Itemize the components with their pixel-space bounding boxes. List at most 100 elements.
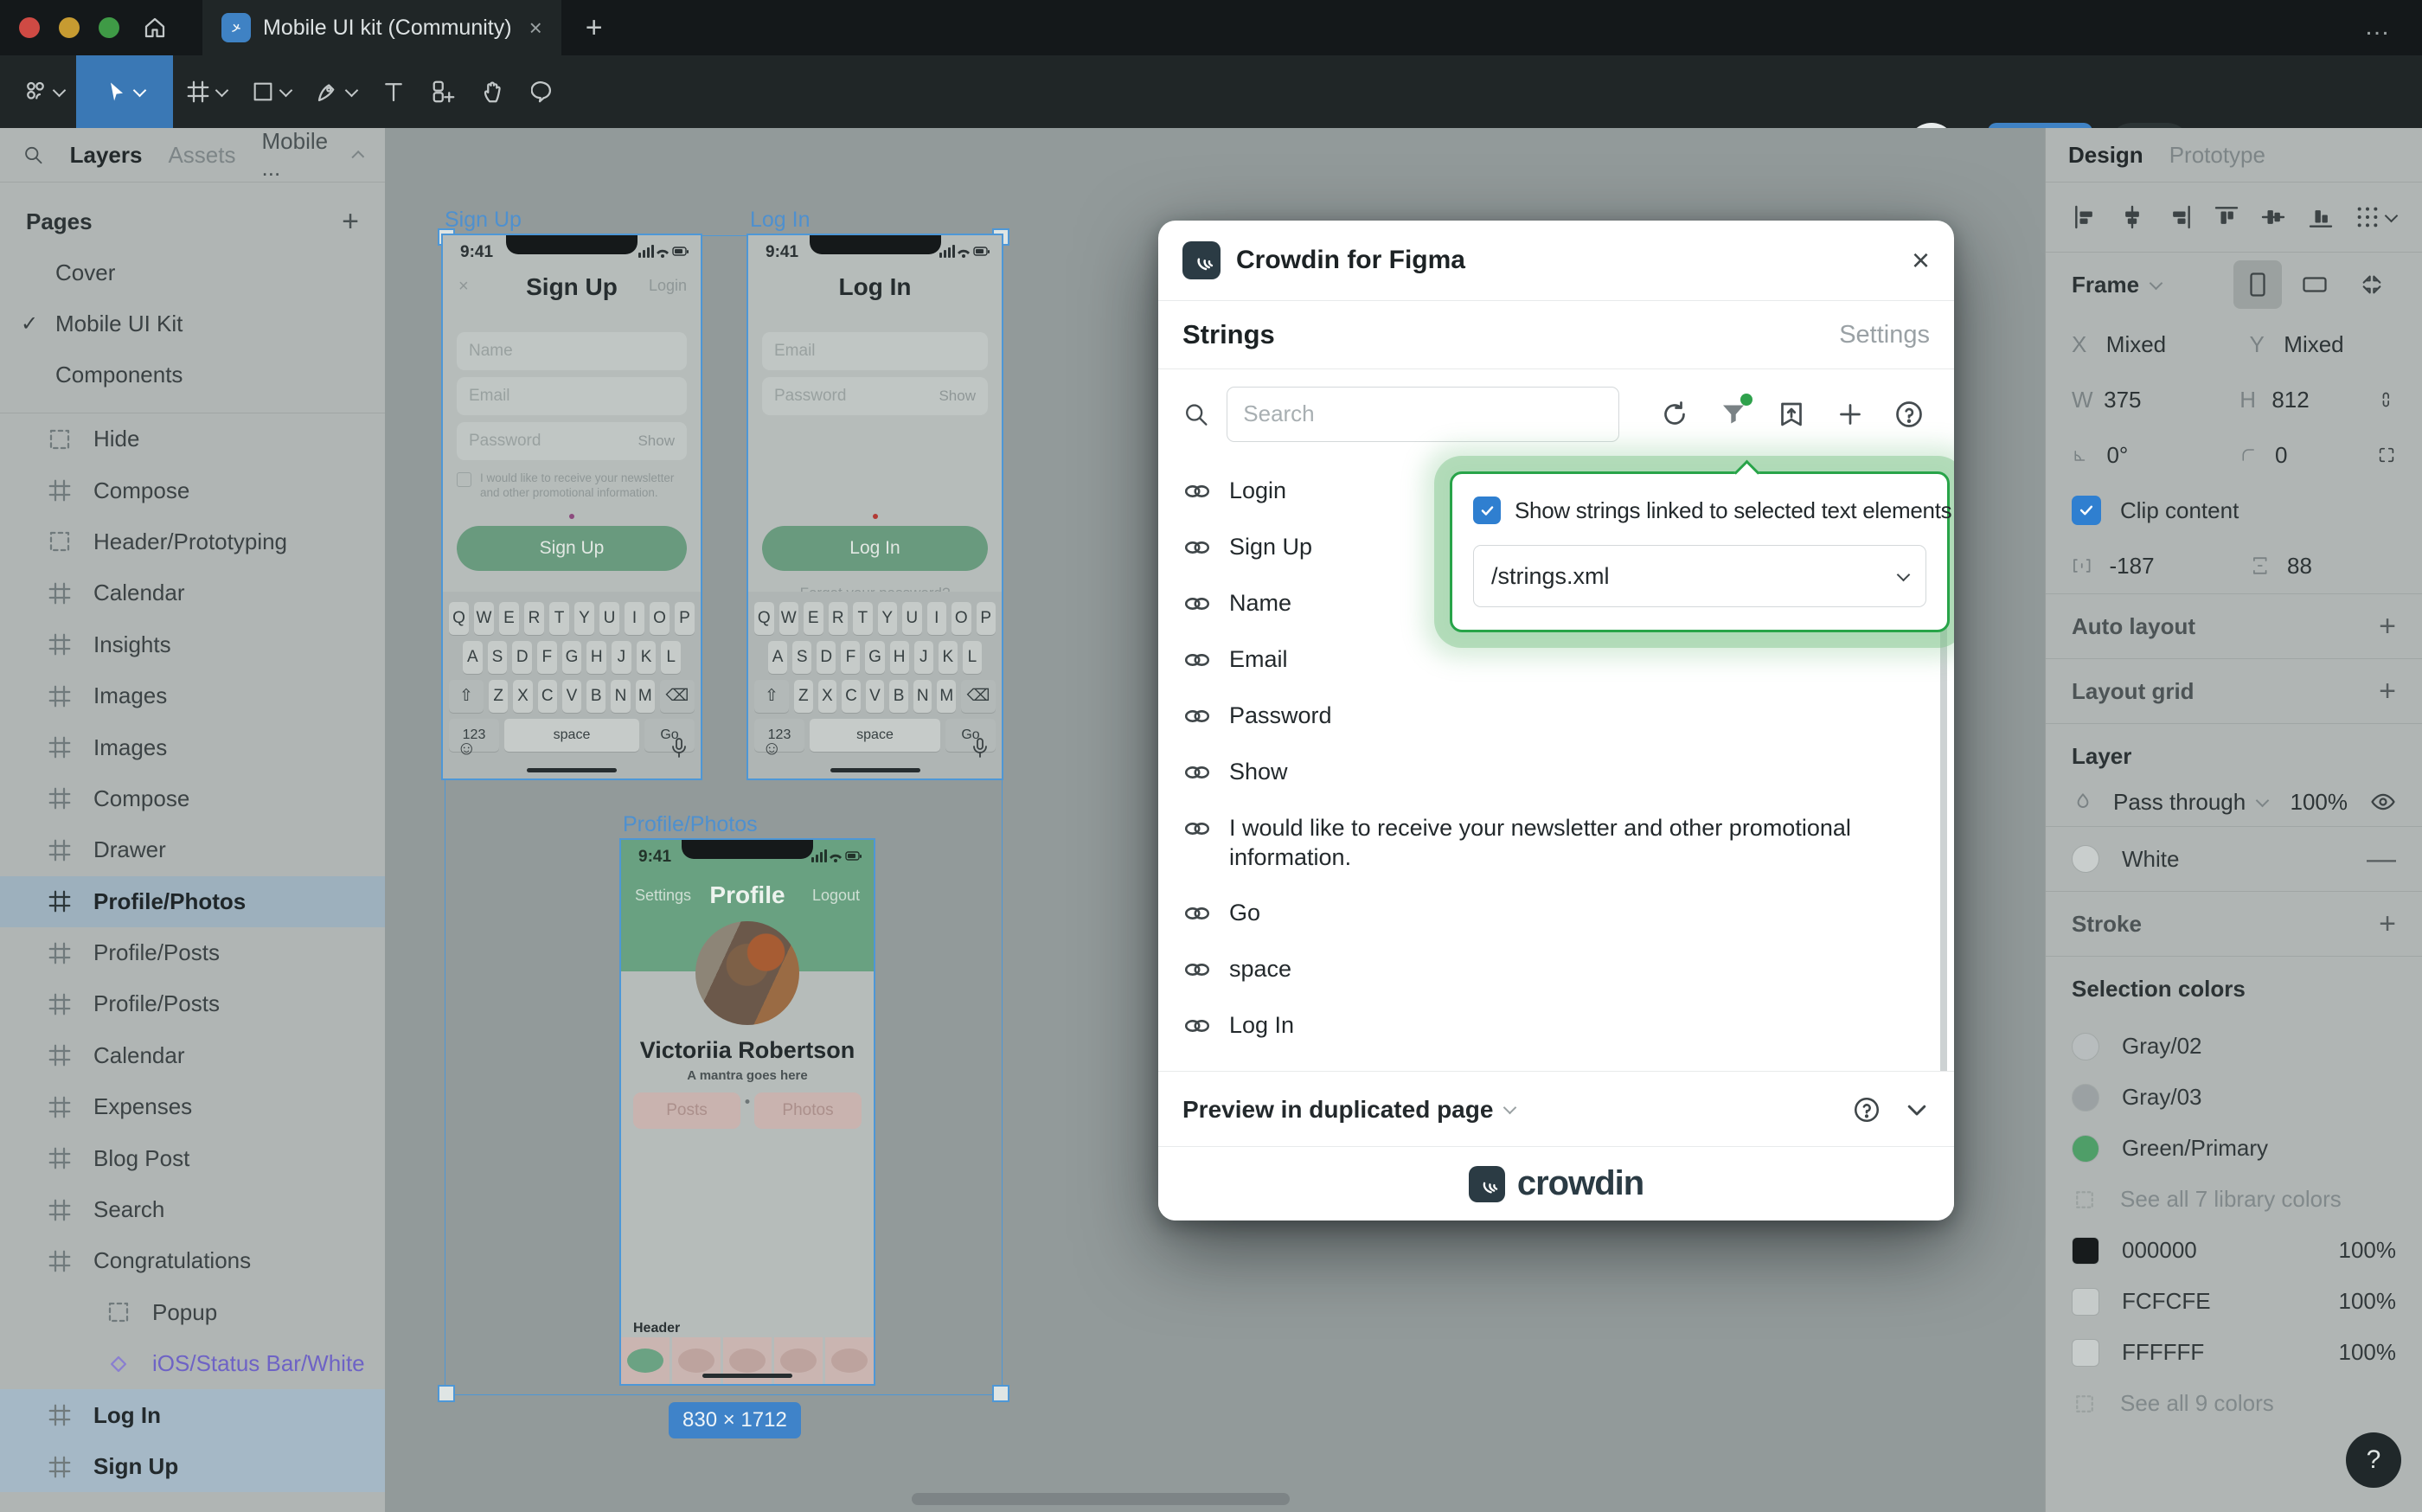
hand-tool-button[interactable] (469, 55, 519, 128)
tab-strings[interactable]: Strings (1182, 319, 1275, 350)
backspace-key[interactable]: ⌫ (660, 680, 695, 713)
shift-key[interactable]: ⇧ (449, 680, 484, 713)
password-field[interactable]: PasswordShow (457, 422, 687, 460)
layer-row-expenses[interactable]: Expenses (0, 1081, 385, 1132)
add-string-icon[interactable] (1829, 392, 1871, 437)
key-U[interactable]: U (599, 602, 619, 635)
selection-color-ffffff[interactable]: FFFFFF100% (2046, 1327, 2422, 1378)
page-item-cover[interactable]: Cover (0, 247, 385, 298)
color-swatch[interactable] (2072, 1135, 2099, 1163)
page-item-mobile-ui-kit[interactable]: ✓Mobile UI Kit (0, 298, 385, 349)
upload-strings-icon[interactable] (1772, 392, 1813, 437)
add-stroke-button[interactable]: + (2379, 907, 2396, 941)
file-tab[interactable]: Mobile UI kit (Community) × (202, 0, 561, 55)
selection-color-see-all-7-library-colors[interactable]: See all 7 library colors (2046, 1174, 2422, 1225)
key-Y[interactable]: Y (574, 602, 594, 635)
key-L[interactable]: L (661, 641, 681, 674)
shape-tool-button[interactable] (239, 55, 303, 128)
key-B[interactable]: B (586, 680, 606, 713)
key-A[interactable]: A (768, 641, 787, 674)
selection-handle[interactable] (992, 1385, 1009, 1402)
layer-row-blog-post[interactable]: Blog Post (0, 1132, 385, 1183)
string-row[interactable]: Email (1182, 631, 1954, 688)
rotation-value[interactable]: 0° (2106, 442, 2208, 469)
show-password-link[interactable]: Show (638, 422, 675, 460)
key-A[interactable]: A (463, 641, 483, 674)
key-X[interactable]: X (513, 680, 532, 713)
emoji-key[interactable]: ☺ (457, 737, 476, 759)
string-row[interactable]: Show (1182, 744, 1954, 800)
dictation-mic-icon[interactable] (972, 738, 988, 759)
align-vertical-center-icon[interactable] (2259, 203, 2287, 231)
photo-thumbnail[interactable] (825, 1337, 874, 1384)
selection-color-gray-02[interactable]: Gray/02 (2046, 1021, 2422, 1072)
string-row[interactable]: Go (1182, 885, 1954, 941)
help-icon[interactable] (1888, 392, 1930, 437)
layer-row-congratulations[interactable]: Congratulations (0, 1235, 385, 1286)
color-swatch[interactable] (2072, 1033, 2099, 1060)
selection-color-see-all-9-colors[interactable]: See all 9 colors (2046, 1378, 2422, 1429)
layer-row-insights[interactable]: Insights (0, 619, 385, 670)
horizontal-spacing-value[interactable]: -187 (2110, 553, 2219, 580)
key-J[interactable]: J (914, 641, 933, 674)
traffic-light-close-button[interactable] (19, 17, 40, 38)
key-Q[interactable]: Q (449, 602, 469, 635)
key-D[interactable]: D (512, 641, 532, 674)
newsletter-optin[interactable]: I would like to receive your newsletter … (457, 471, 680, 500)
key-Z[interactable]: Z (489, 680, 508, 713)
key-J[interactable]: J (612, 641, 631, 674)
key-P[interactable]: P (675, 602, 695, 635)
layer-row-images[interactable]: Images (0, 721, 385, 772)
tab-assets[interactable]: Assets (168, 142, 235, 169)
comment-tool-button[interactable] (519, 55, 569, 128)
sync-icon[interactable] (1654, 392, 1695, 437)
add-page-button[interactable]: + (342, 205, 359, 239)
string-row[interactable]: Password (1182, 688, 1954, 744)
name-field[interactable]: Name (457, 332, 687, 370)
pen-tool-button[interactable] (303, 55, 368, 128)
layer-row-drawer[interactable]: Drawer (0, 824, 385, 875)
layer-row-profile-photos[interactable]: Profile/Photos (0, 876, 385, 927)
key-Y[interactable]: Y (878, 602, 898, 635)
key-O[interactable]: O (952, 602, 971, 635)
key-T[interactable]: T (853, 602, 873, 635)
layer-row-profile-posts[interactable]: Profile/Posts (0, 978, 385, 1029)
blend-mode-select[interactable]: Pass through (2113, 789, 2267, 816)
align-right-icon[interactable] (2166, 203, 2194, 231)
clip-content-checkbox[interactable] (2072, 496, 2101, 525)
key-G[interactable]: G (865, 641, 884, 674)
align-bottom-icon[interactable] (2307, 203, 2335, 231)
tab-design[interactable]: Design (2068, 142, 2143, 169)
key-H[interactable]: H (890, 641, 909, 674)
key-G[interactable]: G (562, 641, 582, 674)
key-M[interactable]: M (636, 680, 655, 713)
color-swatch[interactable] (2072, 1339, 2099, 1367)
collapse-chevron-icon[interactable] (1904, 1097, 1930, 1123)
add-layout-grid-button[interactable]: + (2379, 675, 2396, 708)
tab-layers[interactable]: Layers (70, 142, 143, 169)
key-S[interactable]: S (792, 641, 811, 674)
portrait-orientation-button[interactable] (2233, 260, 2282, 309)
canvas-frame-profile-photos[interactable]: Profile/Photos 9:41 Settings Profile Log… (621, 840, 874, 1384)
search-icon[interactable] (22, 143, 44, 167)
key-C[interactable]: C (538, 680, 557, 713)
new-tab-button[interactable]: + (586, 11, 603, 45)
home-icon[interactable] (142, 15, 168, 41)
preview-toggle[interactable]: Preview in duplicated page (1182, 1096, 1515, 1124)
key-K[interactable]: K (939, 641, 958, 674)
newsletter-checkbox[interactable] (457, 472, 471, 487)
color-swatch[interactable] (2072, 1237, 2099, 1265)
layer-row-popup[interactable]: Popup (0, 1287, 385, 1338)
constrain-proportions-icon[interactable] (2376, 388, 2396, 412)
traffic-light-minimize-button[interactable] (59, 17, 80, 38)
layer-row-compose[interactable]: Compose (0, 773, 385, 824)
key-F[interactable]: F (841, 641, 860, 674)
align-horizontal-center-icon[interactable] (2118, 203, 2146, 231)
vertical-spacing-value[interactable]: 88 (2287, 553, 2396, 580)
key-T[interactable]: T (549, 602, 569, 635)
figma-help-button[interactable]: ? (2346, 1432, 2401, 1488)
key-S[interactable]: S (488, 641, 508, 674)
layer-row-sign-up[interactable]: Sign Up (0, 1441, 385, 1492)
add-auto-layout-button[interactable]: + (2379, 610, 2396, 644)
align-top-icon[interactable] (2213, 203, 2240, 231)
